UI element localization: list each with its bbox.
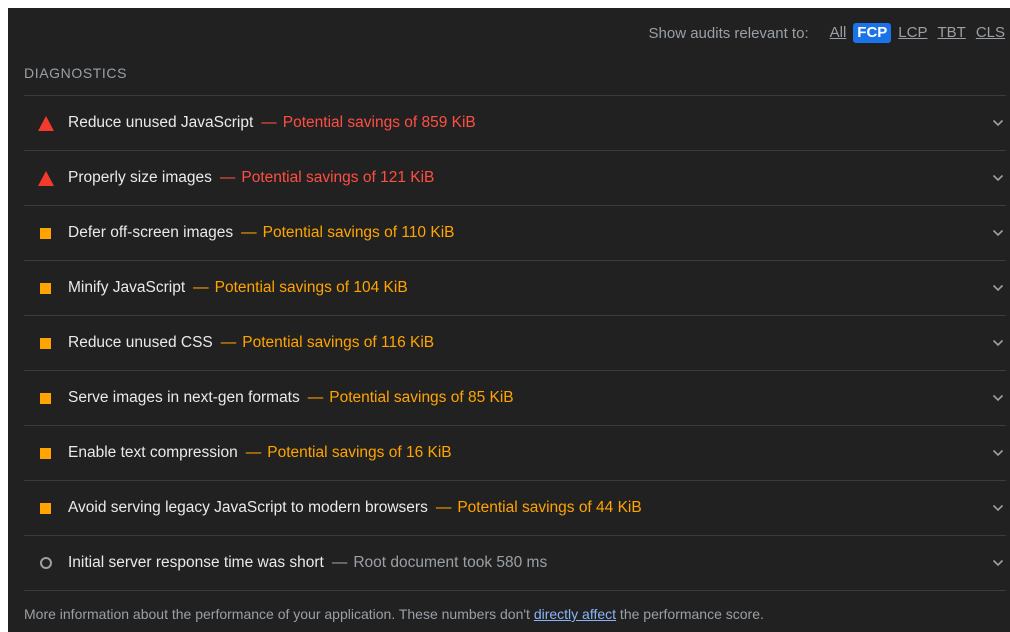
- footer-text-before: More information about the performance o…: [24, 606, 534, 622]
- chevron-down-icon[interactable]: [990, 500, 1006, 516]
- info-circle-icon-shape: [40, 557, 52, 569]
- audit-savings-detail: Potential savings of 121 KiB: [241, 169, 435, 186]
- audit-separator: —: [220, 334, 237, 351]
- fail-triangle-icon-shape: [38, 170, 54, 186]
- average-square-icon-shape: [40, 282, 51, 294]
- fail-triangle-icon: [38, 163, 68, 193]
- audit-filter-bar: Show audits relevant to: All FCP LCP TBT…: [649, 23, 1008, 43]
- fail-triangle-icon-shape: [38, 115, 54, 131]
- footer-text-after: the performance score.: [616, 606, 764, 622]
- section-title: DIAGNOSTICS: [24, 65, 128, 81]
- audit-separator: —: [193, 279, 209, 296]
- audit-row[interactable]: Defer off-screen images — Potential saving…: [24, 206, 1006, 261]
- audit-savings-detail: Potential savings of 104 KiB: [214, 279, 408, 296]
- average-square-icon: [38, 273, 68, 303]
- audit-savings-detail: Potential savings of 85 KiB: [329, 389, 514, 406]
- average-square-icon-shape: [40, 392, 51, 404]
- audit-savings-detail: Potential savings of 859 KiB: [282, 114, 476, 131]
- audit-row[interactable]: Initial server response time was short — R…: [24, 536, 1006, 591]
- filter-chip-fcp[interactable]: FCP: [853, 23, 892, 43]
- average-square-icon-shape: [40, 447, 51, 459]
- audit-row[interactable]: Enable text compression — Potential saving…: [24, 426, 1006, 481]
- chevron-down-icon[interactable]: [990, 225, 1006, 241]
- average-square-icon: [38, 218, 68, 248]
- audit-title: Minify JavaScript: [68, 279, 186, 296]
- chevron-down-icon[interactable]: [990, 280, 1006, 296]
- average-square-icon-shape: [40, 502, 51, 514]
- audit-separator: —: [307, 389, 324, 406]
- audit-title: Enable text compression: [68, 444, 238, 461]
- average-square-icon: [38, 328, 68, 358]
- audit-title: Defer off-screen images: [68, 224, 234, 241]
- average-square-icon: [38, 438, 68, 468]
- chevron-down-icon[interactable]: [990, 170, 1006, 186]
- audit-savings-detail: Potential savings of 44 KiB: [457, 499, 642, 516]
- audit-separator: —: [435, 499, 452, 516]
- footer-note: More information about the performance o…: [24, 606, 764, 622]
- audit-title: Initial server response time was short: [68, 554, 324, 571]
- audit-savings-detail: Potential savings of 116 KiB: [242, 334, 435, 351]
- audit-list: Reduce unused JavaScript — Potential savin…: [24, 95, 1006, 591]
- audit-title: Properly size images: [68, 169, 212, 186]
- filter-chip-cls[interactable]: CLS: [973, 23, 1008, 43]
- diagnostics-panel: Show audits relevant to: All FCP LCP TBT…: [8, 8, 1010, 632]
- directly-affect-link[interactable]: directly affect: [534, 606, 616, 622]
- audit-savings-detail: Potential savings of 16 KiB: [267, 444, 452, 461]
- audit-row[interactable]: Avoid serving legacy JavaScript to moder…: [24, 481, 1006, 536]
- filter-label: Show audits relevant to:: [648, 24, 809, 42]
- fail-triangle-icon: [38, 108, 68, 138]
- audit-savings-detail: Potential savings of 110 KiB: [262, 224, 455, 241]
- audit-savings-detail: Root document took 580 ms: [353, 554, 548, 571]
- audit-title: Reduce unused CSS: [68, 334, 213, 351]
- audit-separator: —: [219, 169, 236, 186]
- audit-title: Reduce unused JavaScript: [68, 114, 254, 131]
- audit-row[interactable]: Serve images in next-gen formats — Potenti…: [24, 371, 1006, 426]
- audit-title: Serve images in next-gen formats: [68, 389, 300, 406]
- average-square-icon-shape: [40, 227, 51, 239]
- chevron-down-icon[interactable]: [990, 390, 1006, 406]
- audit-separator: —: [241, 224, 257, 241]
- filter-chip-all[interactable]: All: [827, 23, 850, 43]
- average-square-icon: [38, 383, 68, 413]
- chevron-down-icon[interactable]: [990, 335, 1006, 351]
- chevron-down-icon[interactable]: [990, 445, 1006, 461]
- audit-row[interactable]: Properly size images — Potential savings o…: [24, 151, 1006, 206]
- average-square-icon-shape: [40, 337, 51, 349]
- average-square-icon: [38, 493, 68, 523]
- audit-row[interactable]: Reduce unused JavaScript — Potential savin…: [24, 96, 1006, 151]
- chevron-down-icon[interactable]: [990, 115, 1006, 131]
- filter-chip-lcp[interactable]: LCP: [895, 23, 930, 43]
- audit-separator: —: [331, 554, 348, 571]
- audit-title: Avoid serving legacy JavaScript to moder…: [68, 499, 428, 516]
- audit-separator: —: [261, 114, 277, 131]
- chevron-down-icon[interactable]: [990, 555, 1006, 571]
- audit-separator: —: [245, 444, 262, 461]
- filter-chip-tbt[interactable]: TBT: [934, 23, 968, 43]
- info-circle-icon: [38, 548, 68, 578]
- audit-row[interactable]: Minify JavaScript — Potential savings of 1…: [24, 261, 1006, 316]
- audit-row[interactable]: Reduce unused CSS — Potential savings of 1…: [24, 316, 1006, 371]
